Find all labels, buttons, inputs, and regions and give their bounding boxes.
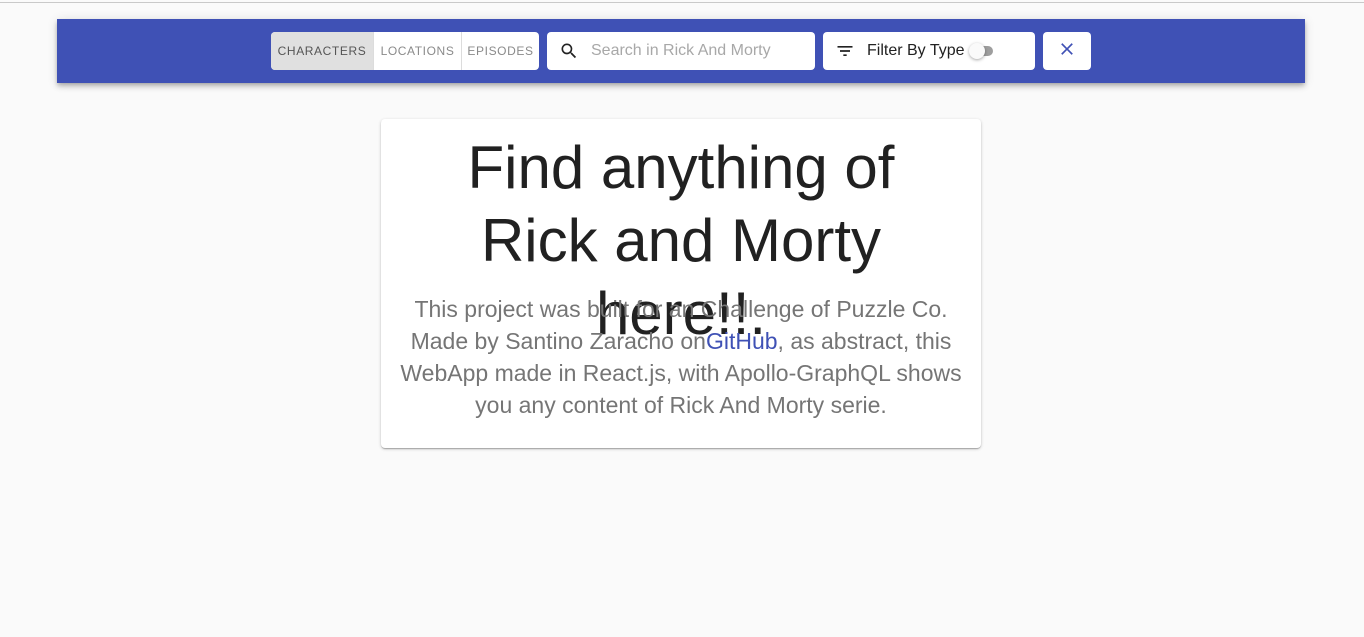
search-input[interactable] bbox=[591, 36, 801, 66]
search-icon bbox=[547, 32, 591, 70]
clear-button[interactable] bbox=[1043, 32, 1091, 70]
filter-by-type-label: Filter By Type bbox=[867, 42, 965, 59]
filter-type-switch[interactable] bbox=[968, 43, 995, 59]
intro-description: This project was built for an Challenge … bbox=[381, 293, 981, 421]
close-icon bbox=[1057, 39, 1077, 64]
filter-by-type-control: Filter By Type bbox=[823, 32, 1035, 70]
tab-locations[interactable]: LOCATIONS bbox=[373, 32, 461, 70]
category-toggle-group: CHARACTERS LOCATIONS EPISODES bbox=[271, 32, 539, 70]
github-link[interactable]: GitHub bbox=[706, 328, 778, 354]
switch-thumb bbox=[968, 43, 985, 59]
browser-top-border bbox=[0, 0, 1364, 3]
tab-characters[interactable]: CHARACTERS bbox=[271, 32, 373, 70]
filter-list-icon bbox=[823, 32, 867, 70]
tab-episodes[interactable]: EPISODES bbox=[461, 32, 539, 70]
app-bar: CHARACTERS LOCATIONS EPISODES Filter By … bbox=[57, 19, 1305, 83]
intro-card: Find anything of Rick and Morty here!!. … bbox=[381, 119, 981, 448]
search-box bbox=[547, 32, 815, 70]
